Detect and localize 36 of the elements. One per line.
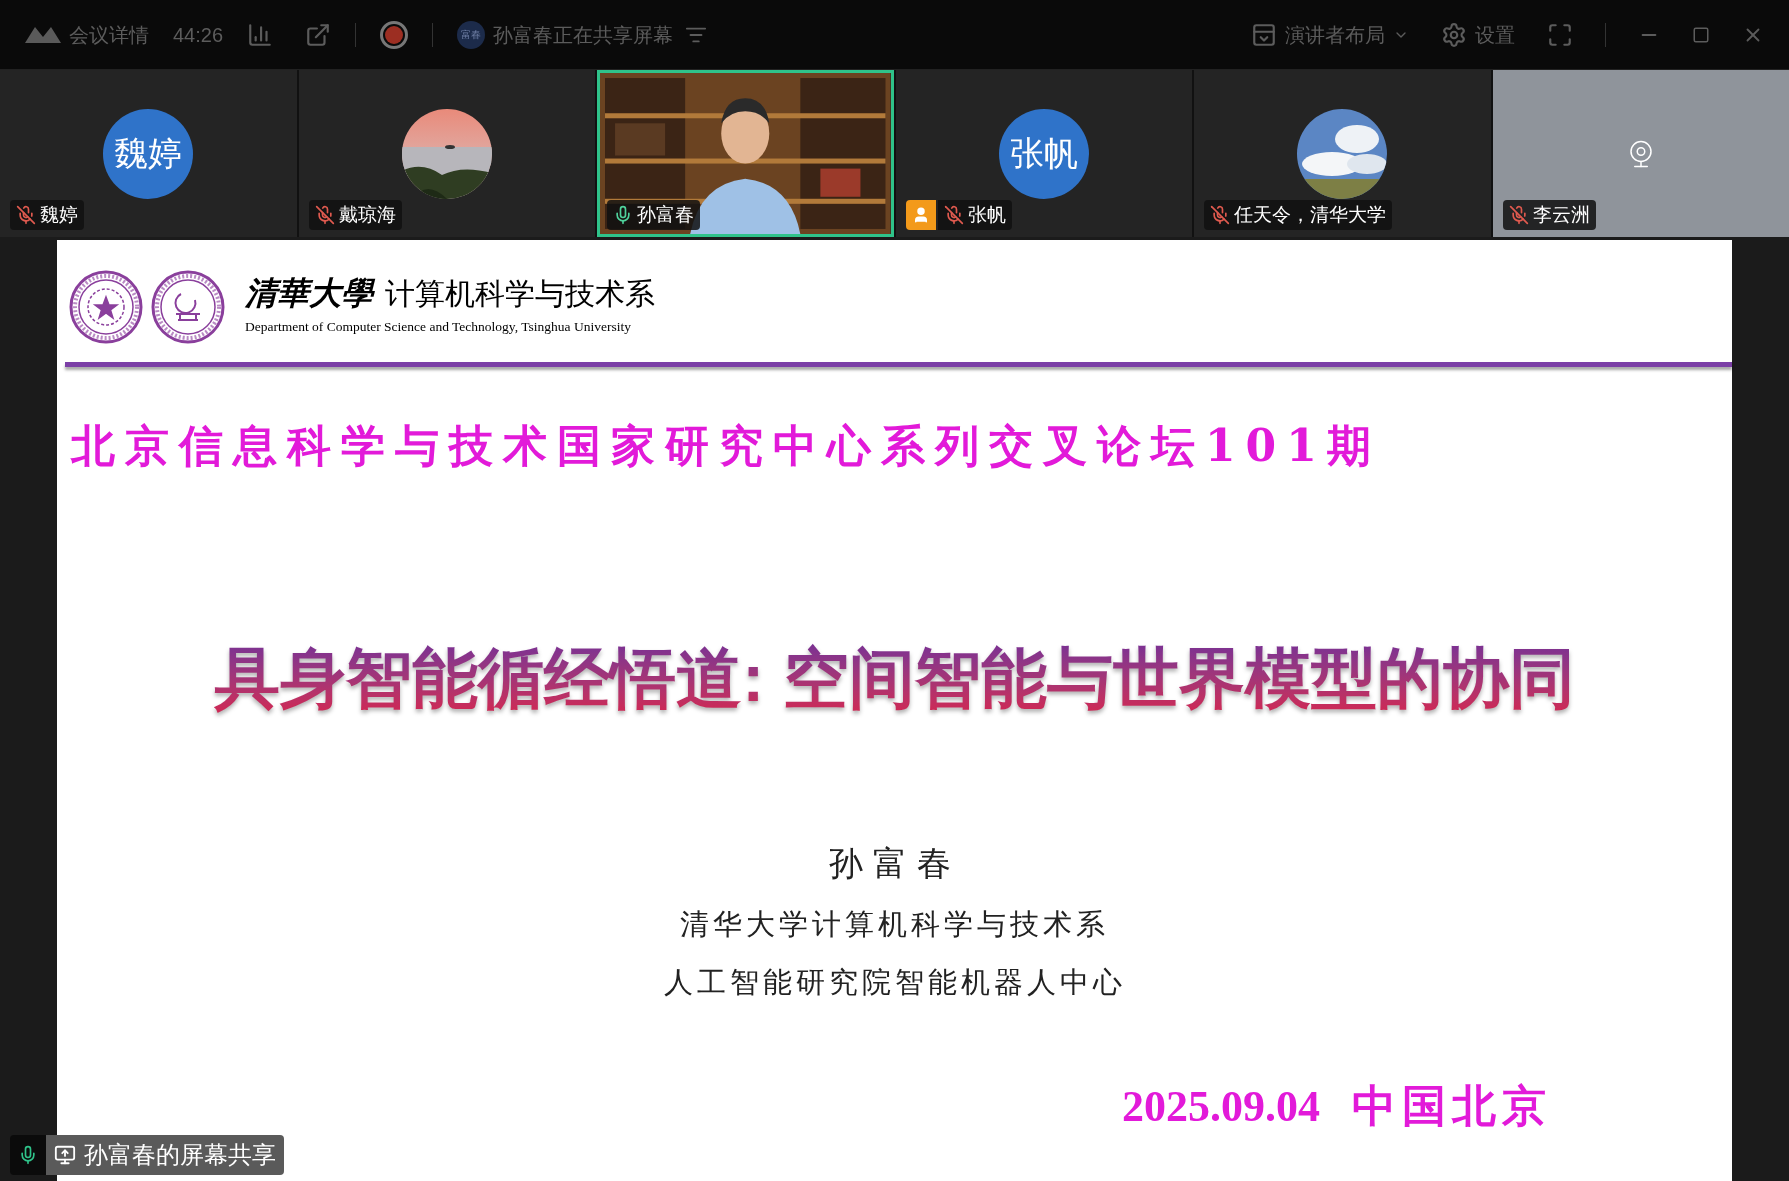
- participant-tile[interactable]: 魏婷 魏婷: [0, 70, 297, 237]
- school-name: 清華大學: [245, 276, 373, 309]
- signal-icon[interactable]: [247, 21, 274, 48]
- sharing-status: 孙富春正在共享屏幕: [493, 22, 674, 48]
- record-button[interactable]: [380, 20, 409, 49]
- presenter-avatar: 富春: [457, 20, 486, 49]
- talk-place: 中国北京: [1352, 1081, 1552, 1133]
- participant-name: 任天令，清华大学: [1234, 202, 1386, 227]
- initials-avatar: 魏婷: [103, 108, 194, 199]
- meeting-timer: 44:26: [173, 22, 224, 48]
- forum-title: 北京信息科学与技术国家研究中心系列交叉论坛101期: [71, 419, 1382, 473]
- screen-share-icon: [54, 1144, 76, 1166]
- speaker-name: 孙富春: [828, 842, 961, 885]
- department-english: Department of Computer Science and Technology, Tsinghua University: [245, 317, 632, 336]
- mic-icon: [18, 1145, 38, 1165]
- talk-date: 2025.09.04: [1122, 1081, 1320, 1133]
- participant-tile[interactable]: 李云洲: [1492, 70, 1789, 237]
- settings-icon: [1441, 21, 1467, 48]
- affiliation: 人工智能研究院智能机器人中心: [663, 963, 1126, 1001]
- participant-tile[interactable]: 任天令，清华大学: [1194, 70, 1491, 237]
- participant-tile[interactable]: 张帆 张帆: [895, 70, 1192, 237]
- department-name: 计算机科学与技术系: [385, 278, 655, 309]
- participant-tile[interactable]: 戴琼海: [298, 70, 595, 237]
- participant-tile[interactable]: 孙富春: [597, 70, 894, 237]
- participant-name: 张帆: [967, 202, 1006, 227]
- share-label: 孙富春的屏幕共享: [46, 1135, 284, 1175]
- fullscreen-icon[interactable]: [1547, 21, 1573, 48]
- maximize-icon[interactable]: [1692, 25, 1710, 44]
- participant-name: 魏婷: [40, 202, 78, 227]
- affiliation: 清华大学计算机科学与技术系: [680, 906, 1109, 943]
- layout-icon: [1251, 21, 1277, 48]
- open-window-icon[interactable]: [305, 21, 332, 48]
- initials-avatar: 张帆: [998, 108, 1089, 199]
- participant-name: 戴琼海: [338, 202, 396, 227]
- participant-name: 李云洲: [1532, 202, 1590, 227]
- participant-name: 孙富春: [637, 202, 694, 227]
